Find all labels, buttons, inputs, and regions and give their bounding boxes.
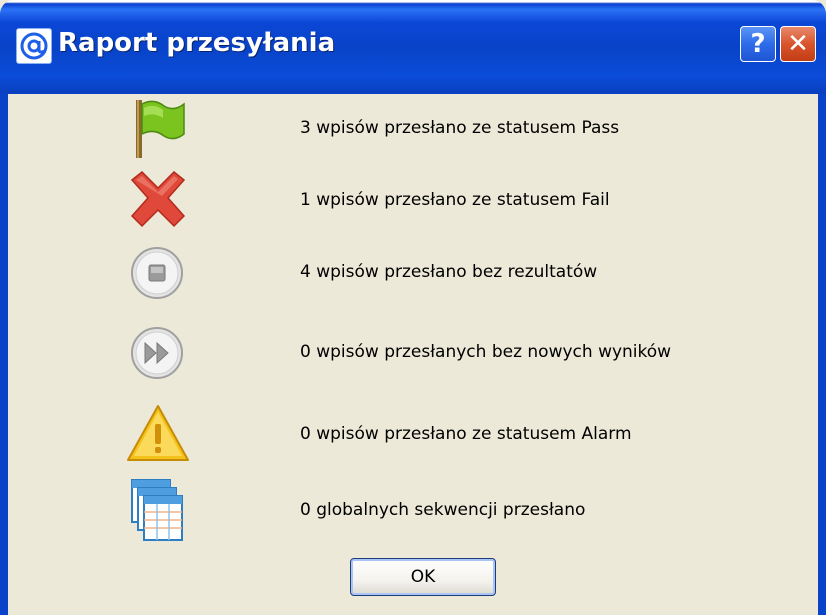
pass-count-text: 3 wpisów przesłano ze statusem Pass — [300, 118, 620, 138]
sequences-icon — [118, 476, 198, 546]
window-title: Raport przesyłania — [58, 28, 336, 58]
global-sequences-count-text: 0 globalnych sekwencji przesłano — [300, 500, 586, 520]
status-row-no-result: 4 wpisów przesłano bez rezultatów — [0, 238, 826, 308]
no-result-count-text: 4 wpisów przesłano bez rezultatów — [300, 262, 598, 282]
status-row-global-sequences: 0 globalnych sekwencji przesłano — [0, 476, 826, 546]
ok-button[interactable]: OK — [350, 558, 496, 596]
red-x-icon — [118, 166, 198, 236]
status-row-alarm: 0 wpisów przesłano ze statusem Alarm — [0, 400, 826, 470]
app-logo-icon — [16, 28, 52, 64]
help-button[interactable]: ? — [740, 26, 776, 62]
close-button[interactable]: ✕ — [780, 26, 816, 62]
fast-forward-circle-icon — [118, 318, 198, 388]
title-bar[interactable]: Raport przesyłania ? ✕ — [0, 0, 826, 94]
stop-circle-icon — [118, 238, 198, 308]
green-flag-icon — [118, 94, 198, 164]
no-new-results-count-text: 0 wpisów przesłanych bez nowych wyników — [300, 342, 672, 362]
status-row-pass: 3 wpisów przesłano ze statusem Pass — [0, 94, 826, 164]
warning-triangle-icon — [118, 400, 198, 470]
report-dialog: Raport przesyłania ? ✕ 3 wpisów przesłan… — [0, 0, 826, 615]
fail-count-text: 1 wpisów przesłano ze statusem Fail — [300, 190, 610, 210]
status-row-no-new-results: 0 wpisów przesłanych bez nowych wyników — [0, 318, 826, 388]
status-row-fail: 1 wpisów przesłano ze statusem Fail — [0, 166, 826, 236]
alarm-count-text: 0 wpisów przesłano ze statusem Alarm — [300, 424, 632, 444]
